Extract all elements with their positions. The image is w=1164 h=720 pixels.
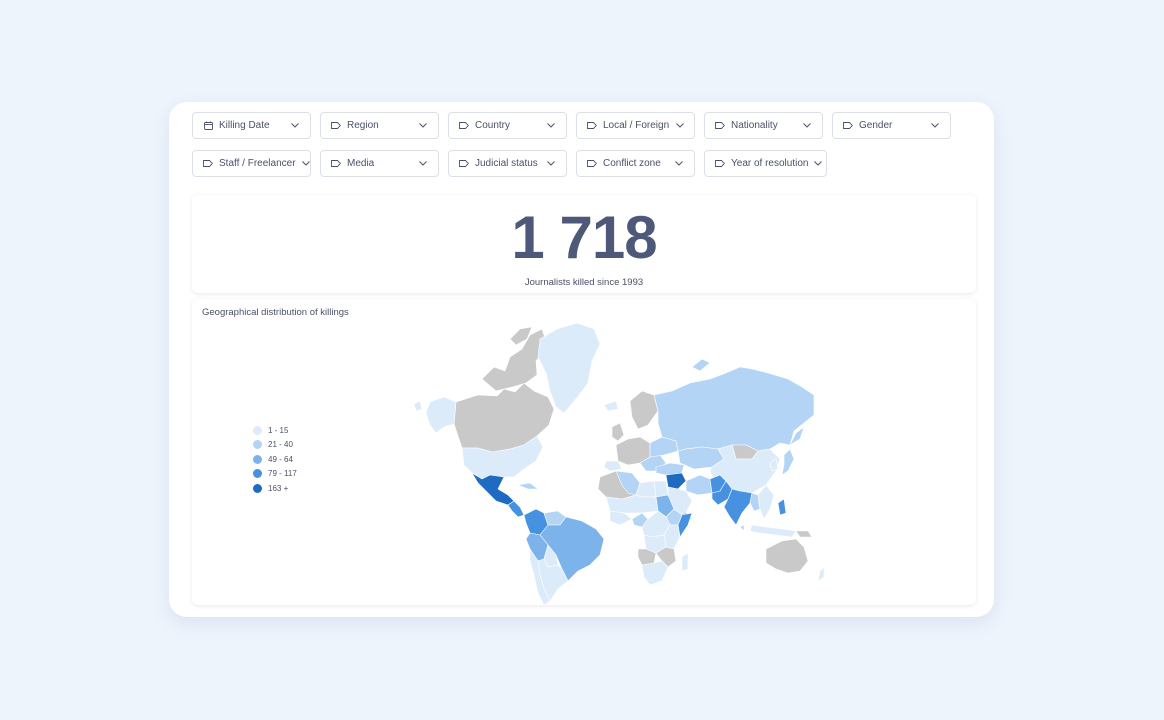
filter-local-foreign[interactable]: Local / Foreign: [576, 112, 695, 139]
filter-region[interactable]: Region: [320, 112, 439, 139]
filter-label: Local / Foreign: [603, 120, 670, 131]
legend-label: 79 - 117: [268, 469, 297, 479]
kpi-card: 1 718 Journalists killed since 1993: [192, 195, 976, 293]
chevron-down-icon: [546, 159, 556, 169]
filter-media[interactable]: Media: [320, 150, 439, 177]
chevron-down-icon: [546, 121, 556, 131]
legend-label: 163 +: [268, 483, 289, 493]
country-egypt: [653, 480, 669, 498]
country-alaska-islands: [413, 400, 423, 412]
chevron-down-icon: [930, 121, 940, 131]
legend-item: 163 +: [253, 481, 297, 496]
country-australia: [765, 538, 809, 574]
map-card: Geographical distribution of killings 1 …: [192, 299, 976, 605]
calendar-icon: [203, 121, 213, 131]
legend-item: 49 - 64: [253, 452, 297, 467]
legend-label: 1 - 15: [268, 425, 289, 435]
filter-label: Region: [347, 120, 379, 131]
filter-label: Nationality: [731, 120, 778, 131]
filter-judicial-status[interactable]: Judicial status: [448, 150, 567, 177]
country-mexico: [471, 472, 515, 506]
filter-label: Media: [347, 158, 375, 169]
legend-label: 21 - 40: [268, 440, 293, 450]
country-papua: [795, 530, 813, 538]
legend-swatch: [253, 469, 262, 479]
tag-icon: [459, 159, 469, 169]
kpi-label: Journalists killed since 1993: [524, 277, 644, 288]
country-scandinavia: [629, 390, 659, 430]
map-legend: 1 - 15 21 - 40 49 - 64 79 - 117 163 +: [253, 423, 297, 496]
chevron-down-icon: [418, 159, 428, 169]
country-sahel: [605, 494, 659, 514]
filter-row-2: Staff / Freelancer Media Judicial status…: [192, 150, 972, 177]
tag-icon: [587, 121, 597, 131]
tag-icon: [715, 159, 725, 169]
country-novaya-zemlya: [691, 358, 711, 372]
country-cuba: [517, 482, 539, 490]
tag-icon: [331, 159, 341, 169]
country-japan: [781, 448, 795, 476]
filter-country[interactable]: Country: [448, 112, 567, 139]
filter-label: Gender: [859, 120, 893, 131]
country-syria-iraq: [665, 472, 687, 490]
tag-icon: [715, 121, 725, 131]
filter-nationality[interactable]: Nationality: [704, 112, 823, 139]
filter-conflict-zone[interactable]: Conflict zone: [576, 150, 695, 177]
chevron-down-icon: [301, 159, 310, 169]
chevron-down-icon: [814, 159, 823, 169]
country-central-america: [507, 500, 525, 518]
chevron-down-icon: [674, 159, 684, 169]
country-philippines: [777, 498, 787, 516]
legend-swatch: [253, 483, 262, 493]
legend-swatch: [253, 440, 262, 450]
country-spain: [603, 460, 623, 472]
filter-row-1: Killing Date Region Country Local / Fore…: [192, 112, 972, 139]
chevron-down-icon: [675, 121, 684, 131]
filter-staff-freelancer[interactable]: Staff / Freelancer: [192, 150, 311, 177]
tag-icon: [203, 159, 213, 169]
country-madagascar: [681, 552, 689, 572]
filter-label: Country: [475, 120, 511, 131]
filter-label: Year of resolution: [731, 158, 809, 169]
legend-swatch: [253, 454, 262, 464]
world-map[interactable]: [192, 299, 976, 605]
legend-item: 1 - 15: [253, 423, 297, 438]
legend-swatch: [253, 425, 262, 435]
filter-bar: Killing Date Region Country Local / Fore…: [192, 112, 972, 188]
country-southern-africa: [641, 560, 669, 586]
chevron-down-icon: [290, 121, 300, 131]
kpi-value: 1 718: [511, 204, 657, 271]
chevron-down-icon: [418, 121, 428, 131]
legend-item: 21 - 40: [253, 438, 297, 453]
filter-gender[interactable]: Gender: [832, 112, 951, 139]
tag-icon: [843, 121, 853, 131]
legend-label: 49 - 64: [268, 454, 293, 464]
tag-icon: [331, 121, 341, 131]
filter-label: Judicial status: [475, 158, 538, 169]
dashboard-card: Killing Date Region Country Local / Fore…: [169, 102, 994, 617]
chevron-down-icon: [802, 121, 812, 131]
country-iran: [685, 474, 713, 496]
filter-label: Conflict zone: [603, 158, 661, 169]
country-new-zealand: [817, 566, 825, 582]
country-iceland: [603, 400, 619, 412]
filter-label: Staff / Freelancer: [219, 158, 296, 169]
country-alaska: [425, 396, 457, 434]
country-uk: [611, 422, 625, 442]
tag-icon: [459, 121, 469, 131]
country-sri-lanka: [739, 524, 745, 532]
country-indonesia: [749, 524, 797, 538]
filter-label: Killing Date: [219, 120, 270, 131]
country-indochina: [757, 484, 775, 520]
country-russia: [653, 366, 815, 452]
filter-killing-date[interactable]: Killing Date: [192, 112, 311, 139]
tag-icon: [587, 159, 597, 169]
filter-year-of-resolution[interactable]: Year of resolution: [704, 150, 827, 177]
legend-item: 79 - 117: [253, 467, 297, 482]
